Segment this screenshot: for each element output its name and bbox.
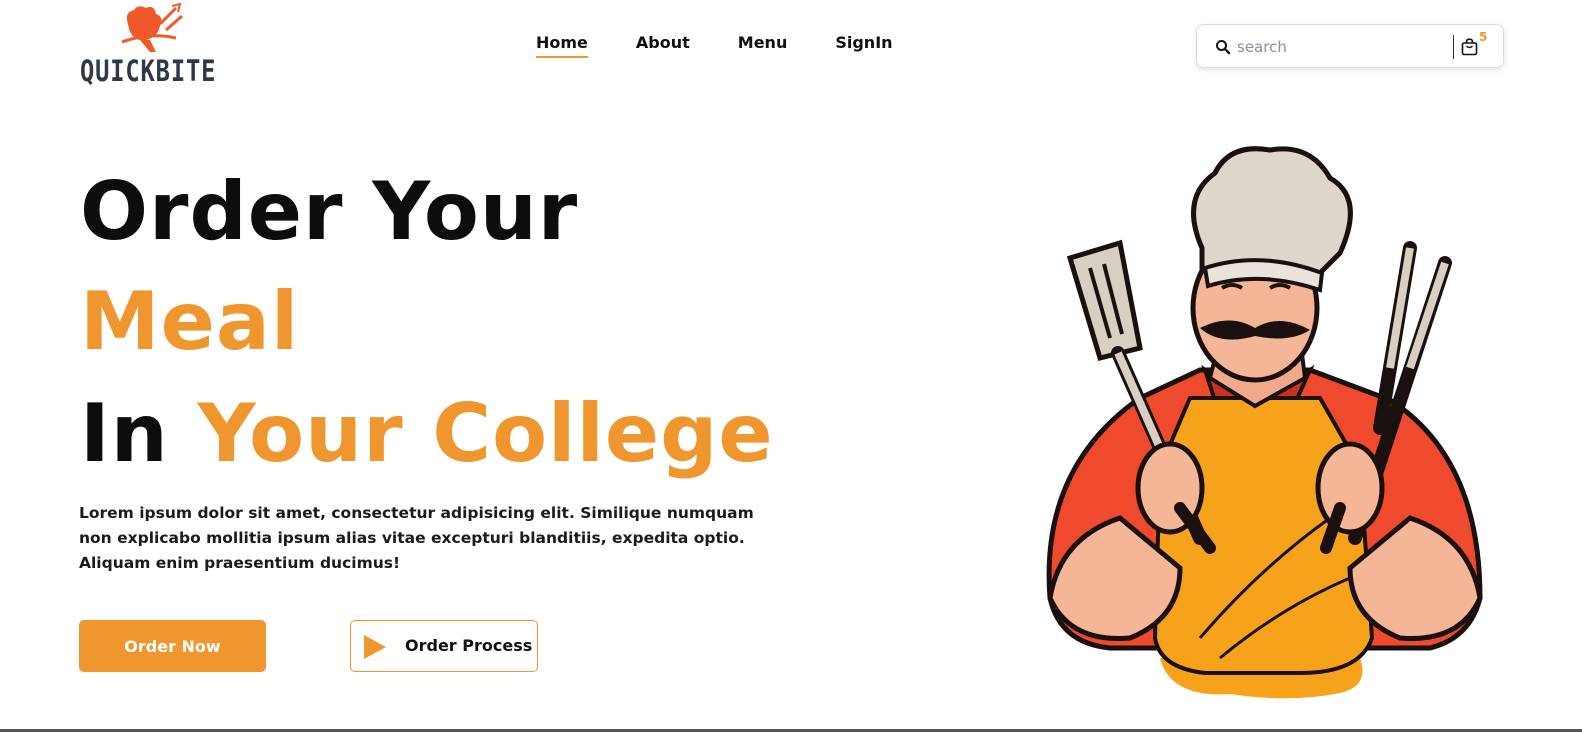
search-input[interactable]: [1237, 34, 1437, 60]
shopping-bag-icon: [1461, 38, 1478, 56]
nav-item-about[interactable]: About: [636, 33, 690, 58]
hero-title-line-3: In Your College: [80, 394, 774, 474]
hero-title-line-2: Meal: [80, 275, 300, 368]
cart-count-badge: 5: [1479, 30, 1488, 44]
search-divider: [1453, 35, 1454, 59]
brand-logo[interactable]: QUICKBITE: [78, 2, 238, 90]
nav-item-menu[interactable]: Menu: [738, 33, 788, 58]
chef-illustration: [1046, 146, 1483, 699]
nav-item-signin[interactable]: SignIn: [835, 33, 892, 58]
main-nav: Home About Menu SignIn: [536, 33, 941, 58]
search-icon[interactable]: [1215, 39, 1231, 55]
brand-name: QUICKBITE: [80, 54, 217, 88]
order-process-label: Order Process: [405, 636, 533, 655]
search-bar: 5: [1196, 24, 1504, 68]
order-now-button[interactable]: Order Now: [79, 620, 266, 672]
cart-button[interactable]: 5: [1461, 30, 1495, 60]
hero-title-line-3-prefix: In: [80, 387, 198, 480]
hero-title-line-3-accent: Your College: [197, 387, 774, 480]
order-process-button[interactable]: Order Process: [350, 620, 538, 672]
play-icon: [364, 635, 386, 659]
hero-title-line-1: Order Your: [80, 165, 579, 258]
nav-item-home[interactable]: Home: [536, 33, 588, 58]
hero-description: Lorem ipsum dolor sit amet, consectetur …: [79, 504, 754, 572]
chef-hat-spoon-logo-icon: [121, 2, 183, 52]
